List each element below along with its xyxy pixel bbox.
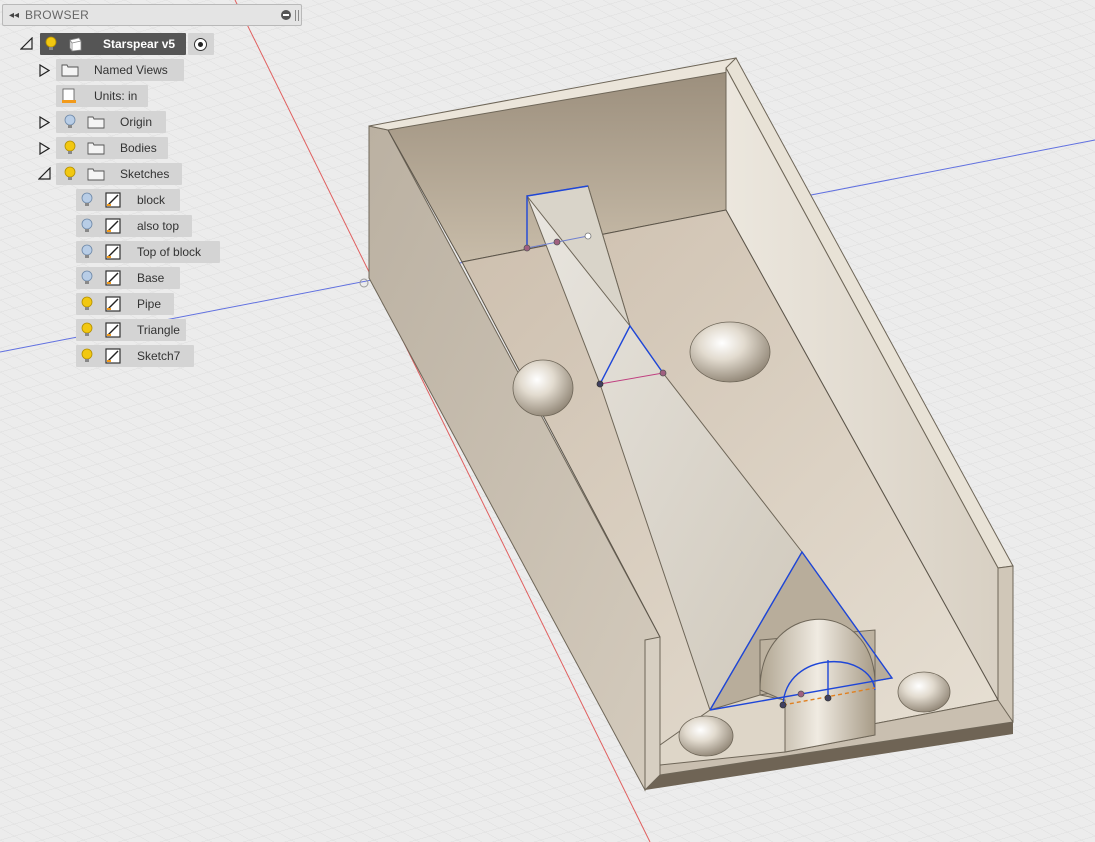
bulb-icon[interactable] — [80, 348, 94, 364]
bulb-icon[interactable] — [80, 322, 94, 338]
sketch-icon — [105, 322, 121, 338]
sketch-icon — [105, 218, 121, 234]
minimize-icon[interactable] — [281, 10, 291, 20]
sketch-icon — [105, 192, 121, 208]
sketch-point — [596, 380, 604, 388]
sketch-icon — [105, 296, 121, 312]
folder-icon — [87, 116, 105, 129]
sketch-point — [584, 232, 592, 240]
component-icon — [69, 37, 82, 52]
collapse-panel-icon[interactable]: ◂◂ — [3, 10, 25, 21]
sketch-icon — [105, 244, 121, 260]
root-component-label: Starspear v5 — [103, 37, 176, 51]
expand-triangle-icon[interactable] — [39, 142, 50, 155]
bulb-icon[interactable] — [44, 36, 58, 52]
sketch-point — [779, 701, 787, 709]
sketch-icon — [105, 348, 121, 364]
sketch-icon — [105, 270, 121, 286]
collapse-triangle-icon[interactable] — [20, 37, 33, 50]
node-label: Origin — [120, 115, 153, 129]
sketch-point — [797, 690, 805, 698]
folder-icon — [87, 168, 105, 181]
folder-icon — [61, 64, 79, 77]
sketch-item-label: Pipe — [137, 297, 162, 311]
front-left-end — [644, 636, 661, 792]
folder-icon — [87, 142, 105, 155]
node-label: Named Views — [94, 63, 168, 77]
dome-front-right — [897, 671, 951, 713]
dome-left — [512, 359, 574, 417]
units-icon — [62, 88, 76, 103]
sketch-item-label: Sketch7 — [137, 349, 181, 363]
node-label: Sketches — [120, 167, 170, 181]
sketch-item-label: block — [137, 193, 166, 207]
dome-front-left — [678, 715, 734, 757]
browser-panel-header: ◂◂ BROWSER — [2, 4, 302, 26]
dome-back-right — [689, 321, 771, 383]
sketch-item-label: also top — [137, 219, 180, 233]
bulb-icon[interactable] — [63, 166, 77, 182]
collapse-triangle-icon[interactable] — [38, 167, 51, 180]
bulb-icon[interactable] — [80, 244, 94, 260]
right-end-face — [997, 565, 1014, 725]
bulb-icon[interactable] — [80, 296, 94, 312]
browser-title: BROWSER — [25, 8, 90, 22]
bulb-icon[interactable] — [80, 192, 94, 208]
sketch-point — [824, 694, 832, 702]
sketch-point — [523, 244, 531, 252]
sketch-item-label: Base — [137, 271, 165, 285]
activate-radio-icon[interactable] — [194, 38, 207, 51]
bulb-icon[interactable] — [80, 270, 94, 286]
sketch-point — [553, 238, 561, 246]
node-label: Bodies — [120, 141, 157, 155]
sketch-point — [659, 369, 667, 377]
expand-triangle-icon[interactable] — [39, 116, 50, 129]
sketch-item-label: Triangle — [137, 323, 180, 337]
panel-grip-icon[interactable] — [295, 10, 299, 21]
bulb-icon[interactable] — [63, 140, 77, 156]
expand-triangle-icon[interactable] — [39, 64, 50, 77]
sketch-item-label: Top of block — [137, 245, 202, 259]
bulb-icon[interactable] — [63, 114, 77, 130]
node-label: Units: in — [94, 89, 138, 103]
bulb-icon[interactable] — [80, 218, 94, 234]
